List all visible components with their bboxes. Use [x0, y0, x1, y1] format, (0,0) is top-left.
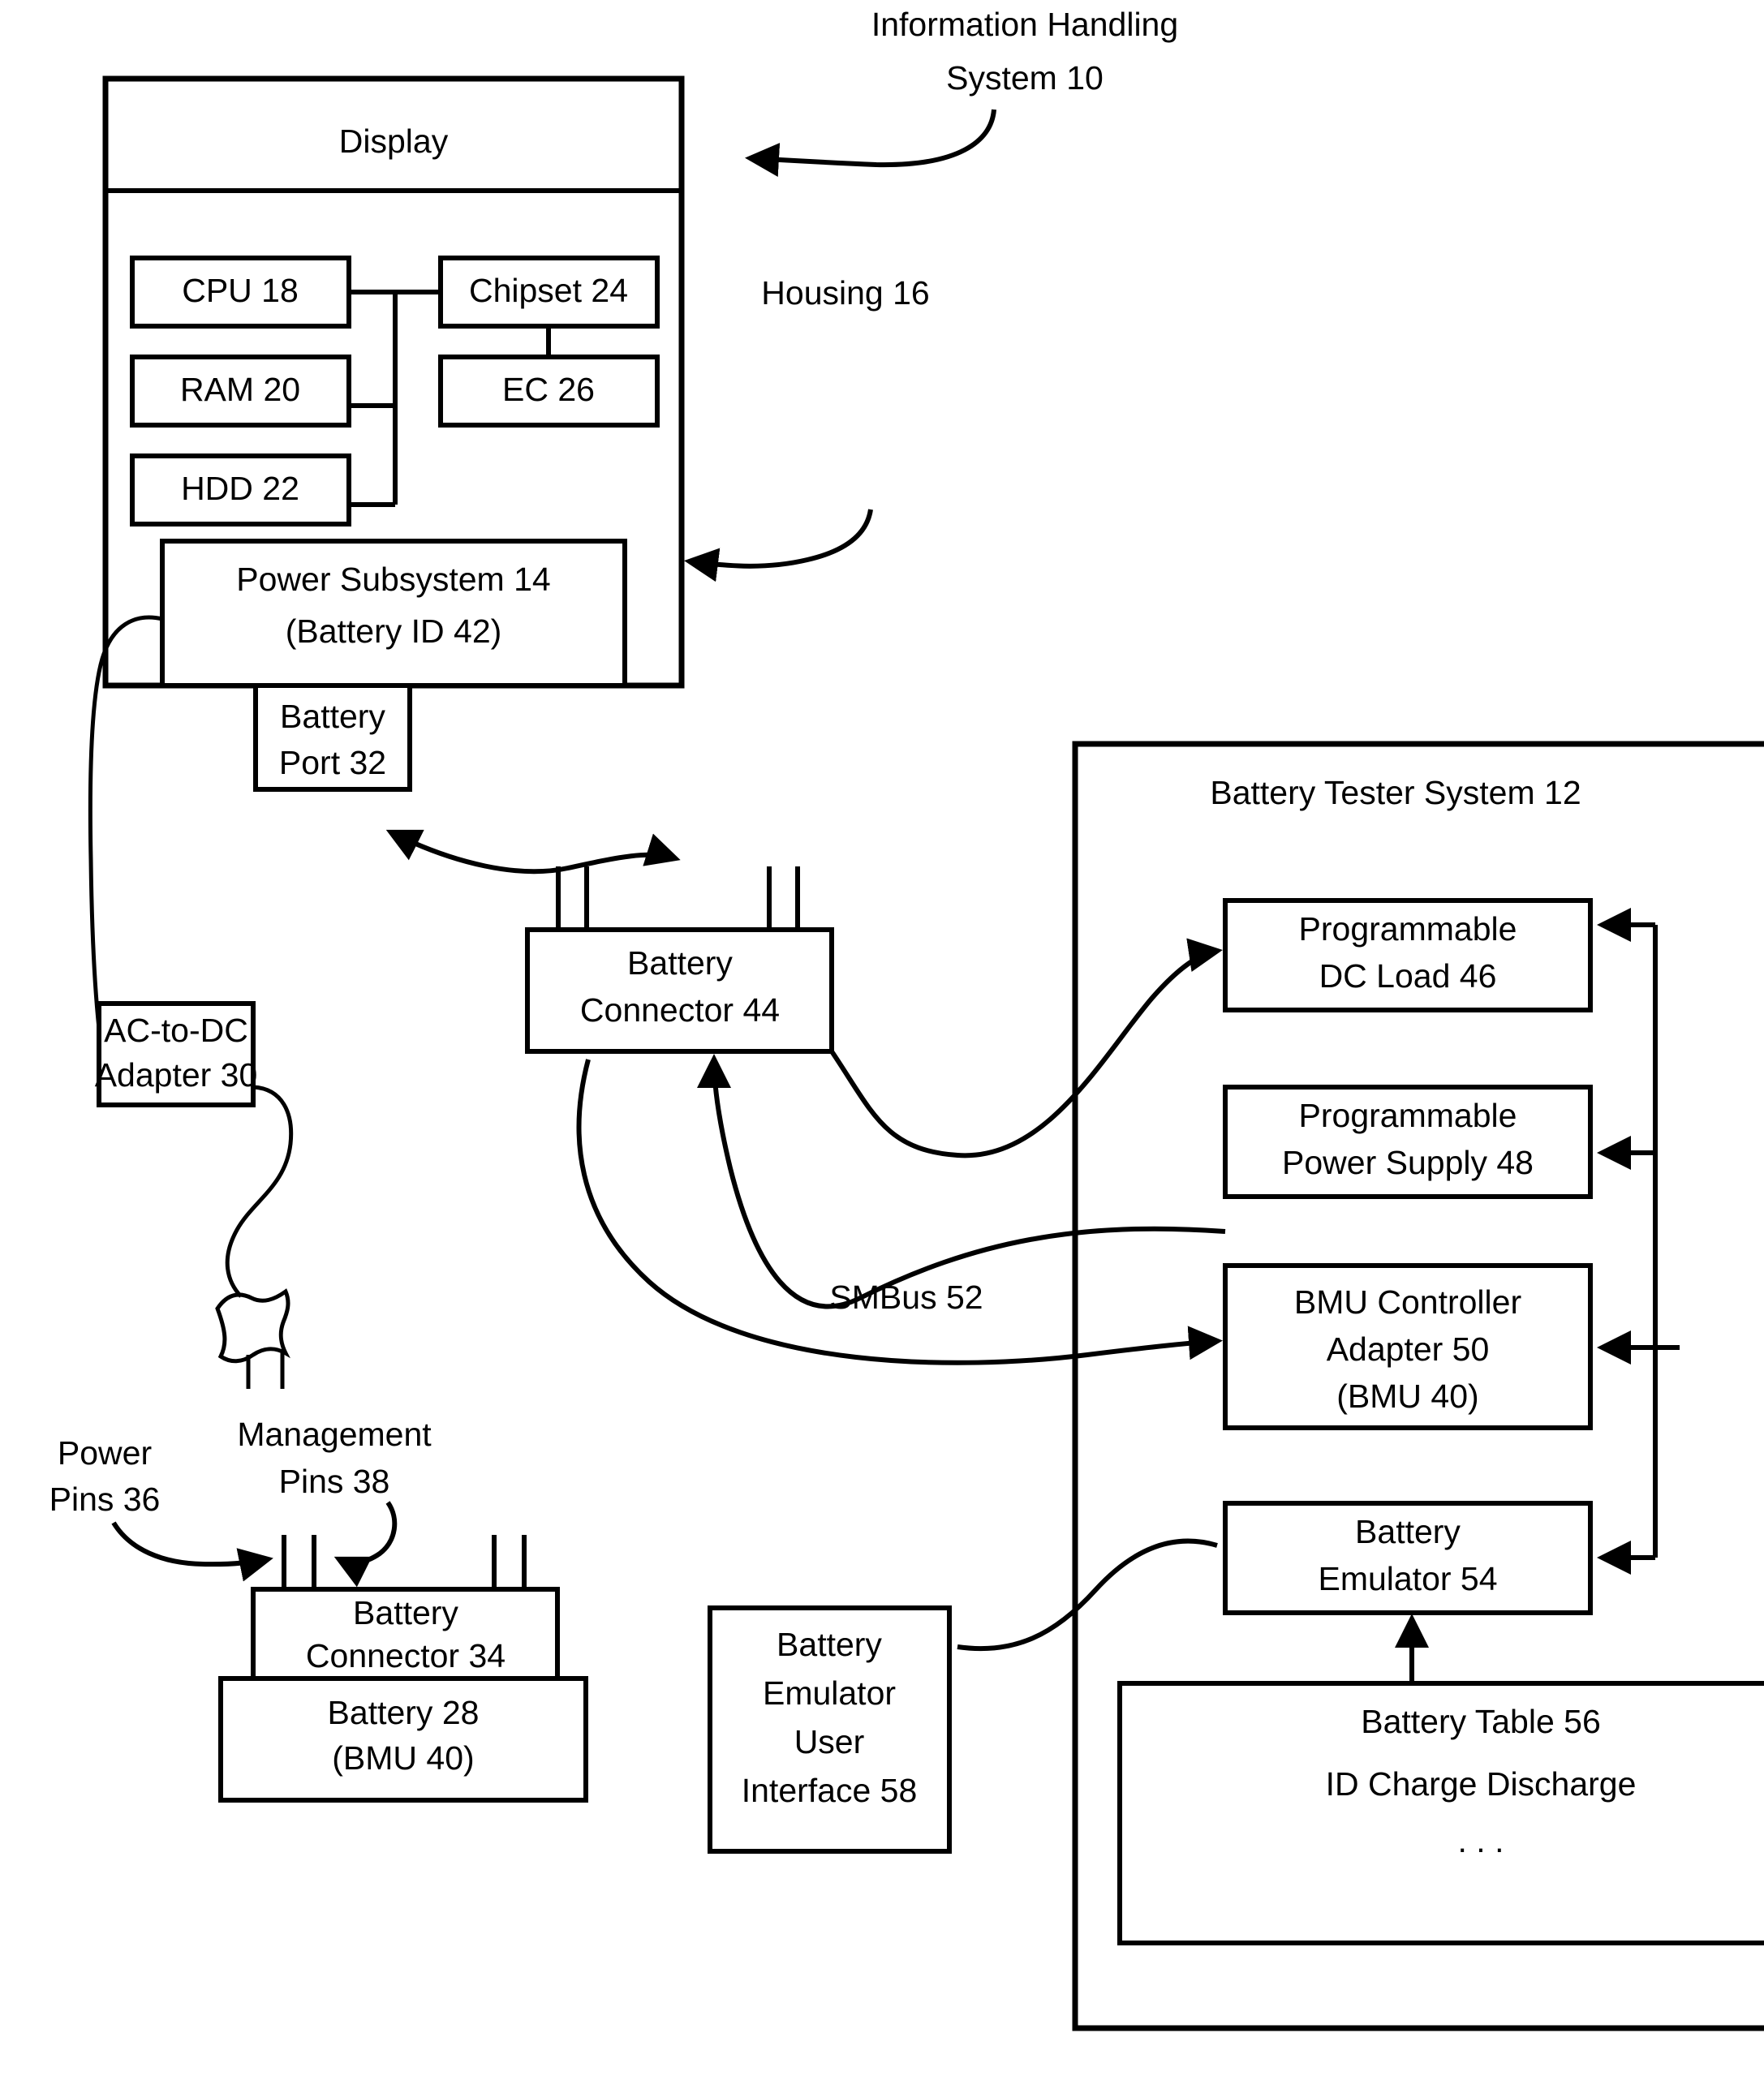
cpu-label: CPU 18: [182, 272, 299, 309]
battery-connector-34-line1: Battery: [353, 1594, 458, 1631]
dc-load-line1: Programmable: [1299, 910, 1517, 948]
battery-table-ellipsis: . . .: [1458, 1822, 1504, 1859]
battery-tester-system-title: Battery Tester System 12: [1210, 774, 1581, 811]
ec-label: EC 26: [502, 371, 595, 408]
battery-emulator-line1: Battery: [1355, 1513, 1461, 1550]
battery-connector-44-line1: Battery: [627, 944, 733, 982]
ihs-callout-leader: [745, 109, 996, 177]
battery-table-columns: ID Charge Discharge: [1326, 1765, 1637, 1803]
housing-callout-label: Housing 16: [761, 274, 929, 312]
battery-table-title: Battery Table 56: [1361, 1703, 1601, 1740]
power-subsystem-line2: (Battery ID 42): [286, 612, 502, 650]
battery-port-line1: Battery: [280, 698, 385, 735]
battery-emulator-ui-line4: Interface 58: [742, 1772, 918, 1809]
battery-connector-34-line2: Connector 34: [306, 1637, 506, 1674]
management-pins-callout-line1: Management: [237, 1416, 432, 1453]
plug-symbol: [215, 1288, 290, 1364]
arc-power-supply-to-connector: [697, 1054, 1226, 1309]
arc-ui-to-battery-emulator: [957, 1538, 1218, 1652]
power-supply-line2: Power Supply 48: [1282, 1144, 1534, 1181]
bmu-controller-line1: BMU Controller: [1294, 1283, 1521, 1321]
power-subsystem-line1: Power Subsystem 14: [236, 561, 550, 598]
housing-callout-leader: [684, 509, 873, 582]
battery-port-line2: Port 32: [279, 744, 386, 781]
hdd-label: HDD 22: [181, 470, 299, 507]
ac-adapter-line2: Adapter 30: [95, 1056, 258, 1094]
ihs-callout-line2: System 10: [946, 59, 1104, 97]
management-pins-callout-line2: Pins 38: [279, 1463, 390, 1500]
battery-emulator-ui-line1: Battery: [777, 1626, 882, 1663]
ram-label: RAM 20: [180, 371, 300, 408]
cable-adapter-to-plug: [225, 1085, 294, 1298]
ac-adapter-line1: AC-to-DC: [104, 1012, 248, 1049]
patent-figure: Display CPU 18 RAM 20 HDD 22 Chipset 24 …: [0, 0, 1764, 2076]
arc-connector-to-dc-load: [829, 938, 1223, 1158]
chipset-label: Chipset 24: [469, 272, 628, 309]
cable-power-to-adapter: [88, 615, 163, 1029]
power-pins-callout-line2: Pins 36: [49, 1481, 161, 1518]
display-label: Display: [339, 122, 449, 160]
arc-smbus-connector-to-bmu: [576, 1059, 1223, 1365]
battery-connector-44-line2: Connector 44: [580, 991, 780, 1029]
battery-28-line2: (BMU 40): [332, 1739, 474, 1777]
management-pins-leader: [333, 1501, 398, 1588]
bmu-controller-line3: (BMU 40): [1336, 1378, 1478, 1415]
power-pins-leader: [111, 1521, 273, 1582]
figure-canvas: Display CPU 18 RAM 20 HDD 22 Chipset 24 …: [49, 6, 1764, 2031]
dc-load-line2: DC Load 46: [1319, 957, 1497, 995]
smbus-label: SMBus 52: [829, 1279, 983, 1316]
battery-emulator-ui-line3: User: [794, 1723, 865, 1760]
ihs-callout-line1: Information Handling: [871, 6, 1178, 43]
bmu-controller-line2: Adapter 50: [1327, 1330, 1490, 1368]
battery-28-line1: Battery 28: [328, 1694, 480, 1731]
battery-emulator-line2: Emulator 54: [1318, 1560, 1497, 1597]
battery-emulator-ui-line2: Emulator: [763, 1674, 896, 1712]
power-pins-callout-line1: Power: [58, 1434, 152, 1472]
power-supply-line1: Programmable: [1299, 1097, 1517, 1134]
port-to-connector-link: [385, 829, 681, 875]
